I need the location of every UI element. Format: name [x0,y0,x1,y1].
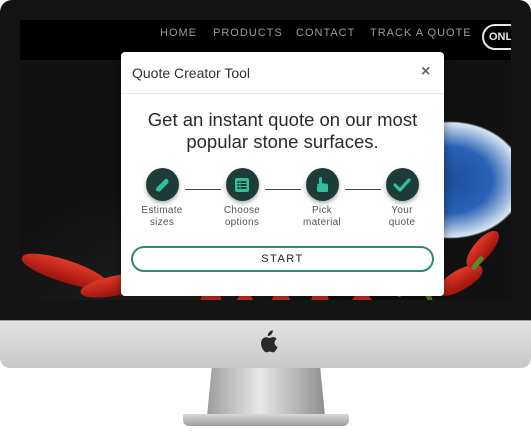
monitor-stand-neck [207,368,325,416]
monitor-screen: HOME PRODUCTS CONTACT TRACK A QUOTE ONL … [20,20,511,300]
step-your-quote: Your quote [372,168,432,229]
pencil-ruler-icon [145,168,179,201]
step-choose-options: Choose options [212,168,272,229]
nav-track-quote[interactable]: TRACK A QUOTE [370,27,472,39]
headline-line-2: popular stone surfaces. [186,131,379,152]
checkmark-icon [385,168,419,201]
apple-logo-icon [261,330,278,353]
step-label-line: material [303,217,341,228]
modal-title: Quote Creator Tool [132,65,251,81]
step-label-line: Your [391,205,413,216]
nav-contact[interactable]: CONTACT [296,27,355,39]
step-label-line: sizes [149,217,175,228]
close-button[interactable]: × [421,63,430,81]
imac-mockup: HOME PRODUCTS CONTACT TRACK A QUOTE ONL … [0,0,531,431]
online-button[interactable]: ONL [482,24,511,50]
step-label-line: Choose [223,205,261,216]
step-label-line: Estimate [141,205,183,216]
quote-modal: Quote Creator Tool × Get an instant quot… [121,52,444,296]
modal-header: Quote Creator Tool × [121,52,444,94]
chili-pepper [461,225,504,273]
step-label-line: Pick [311,205,333,216]
modal-headline: Get an instant quote on our most popular… [121,109,444,153]
nav-home[interactable]: HOME [160,27,197,39]
start-button[interactable]: START [131,246,434,272]
step-label-line: options [224,217,260,228]
step-label-line: quote [388,217,416,228]
headline-line-1: Get an instant quote on our most [147,109,418,130]
hand-pointer-icon [305,168,339,201]
step-estimate-sizes: Estimate sizes [132,168,192,229]
nav-products[interactable]: PRODUCTS [213,27,283,39]
list-icon [225,168,259,201]
monitor-stand-foot [183,414,349,426]
step-pick-material: Pick material [292,168,352,229]
